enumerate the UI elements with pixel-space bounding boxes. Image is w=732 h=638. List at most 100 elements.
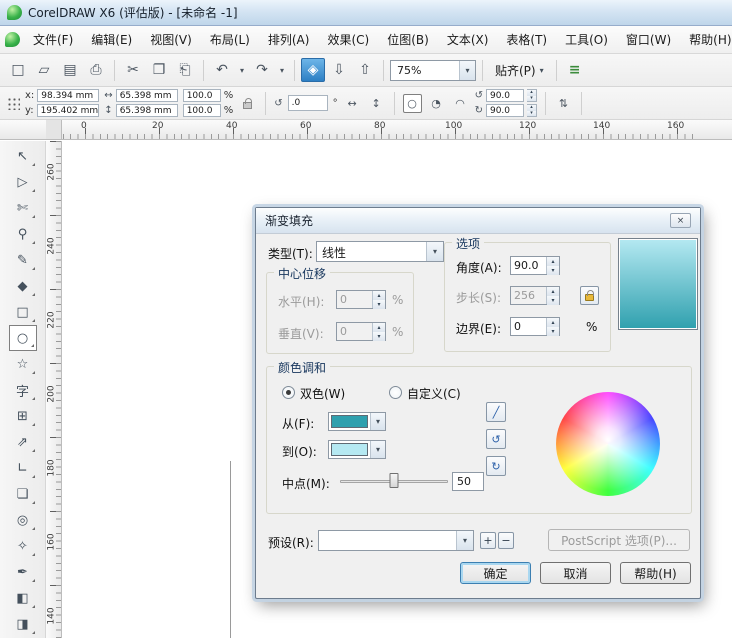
- menu-window[interactable]: 窗口(W): [617, 26, 680, 53]
- chevron-down-icon[interactable]: ▾: [456, 531, 473, 550]
- gradient-type-combo[interactable]: 线性 ▾: [316, 241, 444, 262]
- blend-counterclockwise-icon[interactable]: ↺: [486, 429, 506, 449]
- redo-dropdown-icon[interactable]: ▾: [276, 58, 288, 82]
- open-icon[interactable]: ▱: [32, 58, 56, 82]
- mirror-horizontal-icon[interactable]: ↔: [343, 94, 362, 113]
- custom-label[interactable]: 自定义(C): [407, 385, 461, 402]
- two-color-label[interactable]: 双色(W): [300, 385, 345, 402]
- edge-pad-spinner[interactable]: 0 ▴ ▾: [510, 317, 560, 336]
- print-icon[interactable]: ⎙: [84, 58, 108, 82]
- menu-edit[interactable]: 编辑(E): [82, 26, 141, 53]
- midpoint-value-field[interactable]: 50: [452, 472, 484, 491]
- chevron-down-icon[interactable]: ▾: [426, 242, 443, 261]
- zoom-tool[interactable]: ⚲: [9, 221, 37, 247]
- blend-direct-path-icon[interactable]: ╱: [486, 402, 506, 422]
- help-button[interactable]: 帮助(H): [620, 562, 691, 584]
- new-document-icon[interactable]: □: [6, 58, 30, 82]
- menu-arrange[interactable]: 排列(A): [259, 26, 319, 53]
- close-icon[interactable]: ×: [670, 213, 691, 228]
- dialog-titlebar[interactable]: 渐变填充 ×: [256, 208, 700, 234]
- end-angle-field[interactable]: 90.0: [485, 104, 524, 117]
- lock-ratio-icon[interactable]: [238, 94, 257, 113]
- connector-tool[interactable]: ∟: [9, 455, 37, 481]
- window-titlebar[interactable]: CorelDRAW X6 (评估版) - [未命名 -1]: [0, 0, 732, 26]
- pick-tool[interactable]: ↖: [9, 143, 37, 169]
- menu-tools[interactable]: 工具(O): [556, 26, 617, 53]
- shadow-tool[interactable]: ❏: [9, 481, 37, 507]
- import-icon[interactable]: ⇩: [327, 58, 351, 82]
- outline-pen-tool[interactable]: ✒: [9, 559, 37, 585]
- end-angle-spinner[interactable]: ▴ ▾: [526, 104, 537, 117]
- presets-combo[interactable]: ▾: [318, 530, 474, 551]
- copy-icon[interactable]: ❐: [147, 58, 171, 82]
- add-preset-button[interactable]: +: [480, 532, 496, 549]
- ok-button[interactable]: 确定: [460, 562, 531, 584]
- arc-mode-icon[interactable]: ◠: [451, 94, 470, 113]
- menu-layout[interactable]: 布局(L): [201, 26, 259, 53]
- freehand-tool[interactable]: ✎: [9, 247, 37, 273]
- polygon-tool[interactable]: ☆: [9, 351, 37, 377]
- undo-dropdown-icon[interactable]: ▾: [236, 58, 248, 82]
- application-menu-icon[interactable]: [5, 32, 20, 47]
- vertical-ruler[interactable]: 260 240 220 200 180 160 140: [46, 141, 62, 638]
- contour-tool[interactable]: ◎: [9, 507, 37, 533]
- menu-help[interactable]: 帮助(H): [680, 26, 732, 53]
- scale-x-field[interactable]: 100.0: [182, 89, 221, 102]
- start-angle-spinner[interactable]: ▴ ▾: [526, 89, 537, 102]
- cut-icon[interactable]: ✂: [121, 58, 145, 82]
- table-tool[interactable]: ⊞: [9, 403, 37, 429]
- menu-view[interactable]: 视图(V): [141, 26, 201, 53]
- options-icon[interactable]: ≡: [563, 58, 587, 82]
- dimension-tool[interactable]: ⇗: [9, 429, 37, 455]
- fill-tool[interactable]: ◧: [9, 585, 37, 611]
- spinner-arrows[interactable]: ▴ ▾: [546, 257, 559, 275]
- menu-text[interactable]: 文本(X): [438, 26, 498, 53]
- crop-tool[interactable]: ✄: [9, 195, 37, 221]
- object-width-field[interactable]: 65.398 mm: [115, 89, 178, 102]
- change-direction-icon[interactable]: ⇅: [554, 94, 573, 113]
- scale-y-field[interactable]: 100.0: [182, 104, 221, 117]
- snap-to-dropdown[interactable]: 贴齐(P) ▾: [489, 62, 550, 79]
- shape-tool[interactable]: ▷: [9, 169, 37, 195]
- color-wheel[interactable]: [556, 392, 660, 496]
- chevron-down-icon[interactable]: ▾: [370, 441, 385, 458]
- ellipse-mode-icon[interactable]: ○: [402, 93, 422, 113]
- y-position-field[interactable]: 195.402 mm: [36, 104, 99, 117]
- menu-effects[interactable]: 效果(C): [318, 26, 378, 53]
- pie-mode-icon[interactable]: ◔: [427, 94, 446, 113]
- rectangle-tool[interactable]: □: [9, 299, 37, 325]
- interactive-fill-tool[interactable]: ◨: [9, 611, 37, 637]
- menu-file[interactable]: 文件(F): [24, 26, 82, 53]
- steps-lock-icon[interactable]: [580, 286, 599, 305]
- text-tool[interactable]: 字: [9, 377, 37, 403]
- zoom-level-combo[interactable]: 75% ▾: [390, 59, 476, 81]
- redo-icon[interactable]: ↷: [250, 58, 274, 82]
- smart-fill-tool[interactable]: ◆: [9, 273, 37, 299]
- menu-bitmaps[interactable]: 位图(B): [378, 26, 438, 53]
- to-color-picker[interactable]: ▾: [328, 440, 386, 459]
- ellipse-tool[interactable]: ○: [8, 325, 37, 351]
- eyedropper-tool[interactable]: ✧: [9, 533, 37, 559]
- midpoint-slider-thumb[interactable]: [389, 473, 399, 488]
- angle-spinner[interactable]: 90.0 ▴ ▾: [510, 256, 560, 275]
- undo-icon[interactable]: ↶: [210, 58, 234, 82]
- midpoint-slider[interactable]: [340, 472, 448, 490]
- menu-table[interactable]: 表格(T): [497, 26, 556, 53]
- start-angle-field[interactable]: 90.0: [485, 89, 524, 102]
- cancel-button[interactable]: 取消: [540, 562, 611, 584]
- ruler-origin-corner[interactable]: [46, 120, 62, 140]
- blend-clockwise-icon[interactable]: ↻: [486, 456, 506, 476]
- object-height-field[interactable]: 65.398 mm: [115, 104, 178, 117]
- from-color-picker[interactable]: ▾: [328, 412, 386, 431]
- spinner-arrows[interactable]: ▴ ▾: [546, 318, 559, 336]
- export-icon[interactable]: ⇧: [353, 58, 377, 82]
- custom-radio[interactable]: [389, 386, 402, 399]
- two-color-radio[interactable]: [282, 386, 295, 399]
- delete-preset-button[interactable]: −: [498, 532, 514, 549]
- save-icon[interactable]: ▤: [58, 58, 82, 82]
- chevron-down-icon[interactable]: ▾: [370, 413, 385, 430]
- welcome-screen-icon[interactable]: ◈: [301, 58, 325, 82]
- mirror-vertical-icon[interactable]: ↕: [367, 94, 386, 113]
- x-position-field[interactable]: 98.394 mm: [37, 89, 100, 102]
- rotation-angle-field[interactable]: .0: [287, 95, 328, 111]
